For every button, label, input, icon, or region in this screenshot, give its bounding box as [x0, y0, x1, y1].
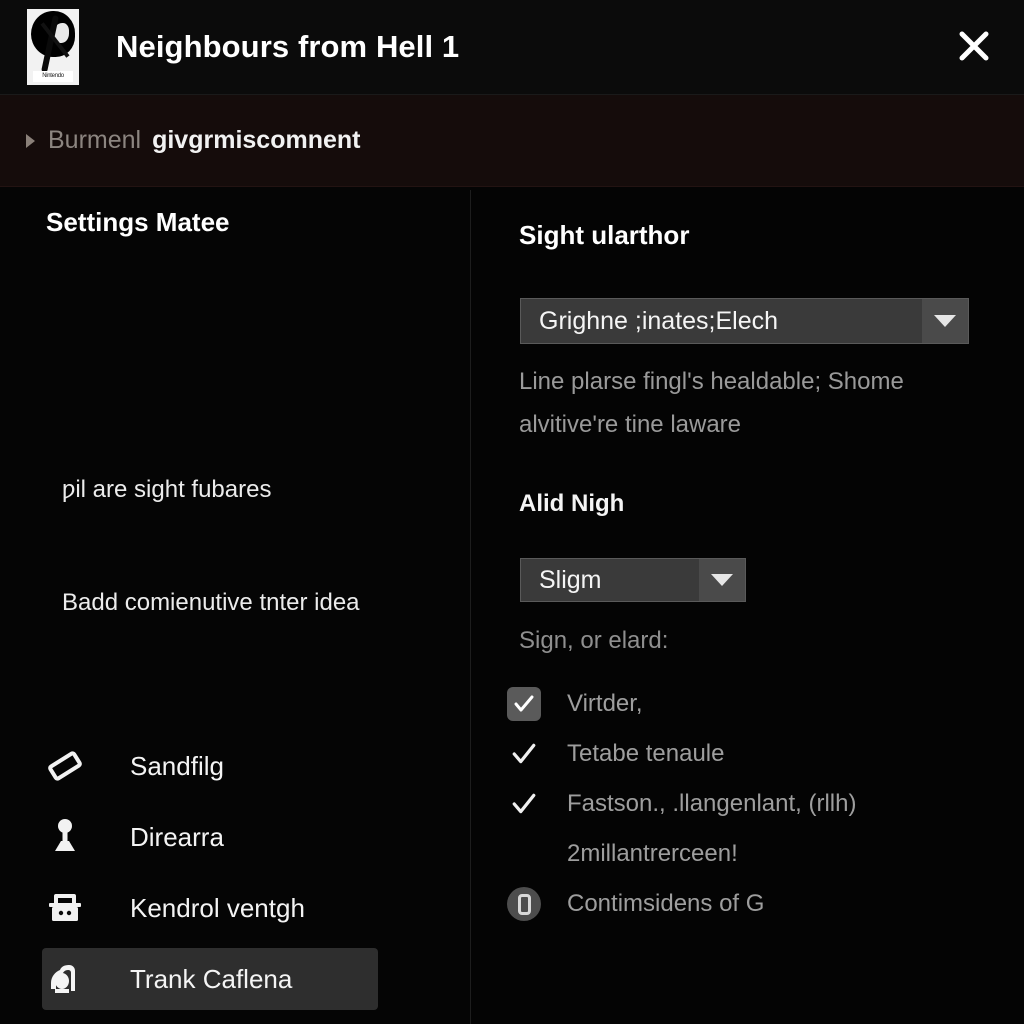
sidebar-item-lined-cuttens[interactable]: Lined Cuttens: [0, 1019, 470, 1024]
sidebar-item-label: Trank Caflena: [130, 963, 293, 994]
battery-icon: [507, 887, 541, 921]
checklist-item[interactable]: Virtder,: [491, 679, 1011, 729]
checklist-item-label: 2millantrerceen!: [567, 840, 738, 867]
primary-select-value: Grighne ;inates;Elech: [539, 306, 779, 335]
breadcrumb-parent[interactable]: Burmenl: [48, 126, 141, 155]
sidebar: Settings Matee ƿil are sight fubares Bad…: [0, 187, 470, 1024]
secondary-select-value: Sligm: [539, 565, 602, 594]
sidebar-item-label: Sandfilg: [130, 750, 224, 781]
sidebar-item-sandfilg[interactable]: Sandfilg: [0, 735, 470, 797]
primary-select[interactable]: Grighne ;inates;Elech: [520, 298, 969, 344]
chevron-down-icon: [699, 559, 745, 601]
checklist-item-label: Tetabe tenaule: [567, 740, 725, 767]
checkmark-icon: [507, 737, 541, 771]
checklist-item-continuation: 2millantrerceen!: [491, 829, 1011, 879]
checklist-item-label: Contimsidens of G: [567, 890, 765, 917]
panel-description: Line plarse fingl's healdable; Shome alv…: [519, 368, 904, 438]
panel-title: Sight ularthor: [519, 220, 690, 250]
chevron-down-icon: [922, 299, 968, 343]
checklist-item[interactable]: Fastson., .llangenlant, (rllh): [491, 779, 1011, 829]
joystick-icon: [42, 814, 88, 860]
sidebar-paragraph-2: Badd comienutive tnter idea: [62, 589, 360, 616]
content-area: Settings Matee ƿil are sight fubares Bad…: [0, 187, 1024, 1024]
sidebar-item-direarra[interactable]: Direarra: [0, 806, 470, 868]
checklist-item[interactable]: Tetabe tenaule: [491, 729, 1011, 779]
app-logo: Nintendo: [27, 9, 79, 85]
sidebar-item-trank-caflena[interactable]: Trank Caflena: [0, 948, 470, 1010]
checkmark-icon: [507, 787, 541, 821]
sidebar-item-highlight: [42, 1019, 378, 1024]
sidebar-item-label: Direarra: [130, 821, 224, 852]
settings-window: Nintendo Neighbours from Hell 1 Burmenl …: [0, 0, 1024, 1024]
sidebar-paragraph-1: ƿil are sight fubares: [62, 476, 272, 503]
battery-glyph: [517, 893, 531, 915]
sidebar-item-label: Kendrol ventgh: [130, 892, 305, 923]
settings-panel: Sight ularthor Grighne ;inates;Elech Lin…: [471, 187, 1024, 1024]
checklist-item[interactable]: Contimsidens of G: [491, 879, 1011, 929]
logo-caption: Nintendo: [33, 71, 73, 82]
panel-sub-label: Alid Nigh: [519, 490, 625, 517]
toolbox-icon: [42, 885, 88, 931]
checklist-item-label: Fastson., .llangenlant, (rllh): [567, 790, 857, 817]
checklist-label: Sign, or elard:: [519, 627, 669, 654]
sidebar-menu: Sandfilg Direarra Kendrol ventgh Trank C…: [0, 735, 470, 1024]
window-title: Neighbours from Hell 1: [116, 29, 460, 64]
checklist: Virtder, Tetabe tenaule Fastson., .llang…: [491, 679, 1011, 929]
title-bar: Nintendo Neighbours from Hell 1: [0, 0, 1024, 95]
panel-divider: [470, 190, 471, 1024]
sidebar-title: Settings Matee: [46, 207, 230, 237]
secondary-select[interactable]: Sligm: [520, 558, 746, 602]
breadcrumb[interactable]: Burmenl givgrmiscomnent: [0, 95, 1024, 187]
sidebar-item-kendrol-ventgh[interactable]: Kendrol ventgh: [0, 877, 470, 939]
person-pour-icon: [42, 956, 88, 1002]
chevron-right-icon: [26, 133, 35, 148]
breadcrumb-current: givgrmiscomnent: [152, 126, 361, 154]
close-button[interactable]: [950, 22, 998, 70]
close-icon: [959, 31, 989, 61]
eraser-icon: [42, 743, 88, 789]
checklist-item-label: Virtder,: [567, 690, 643, 717]
checkmark-icon: [507, 687, 541, 721]
